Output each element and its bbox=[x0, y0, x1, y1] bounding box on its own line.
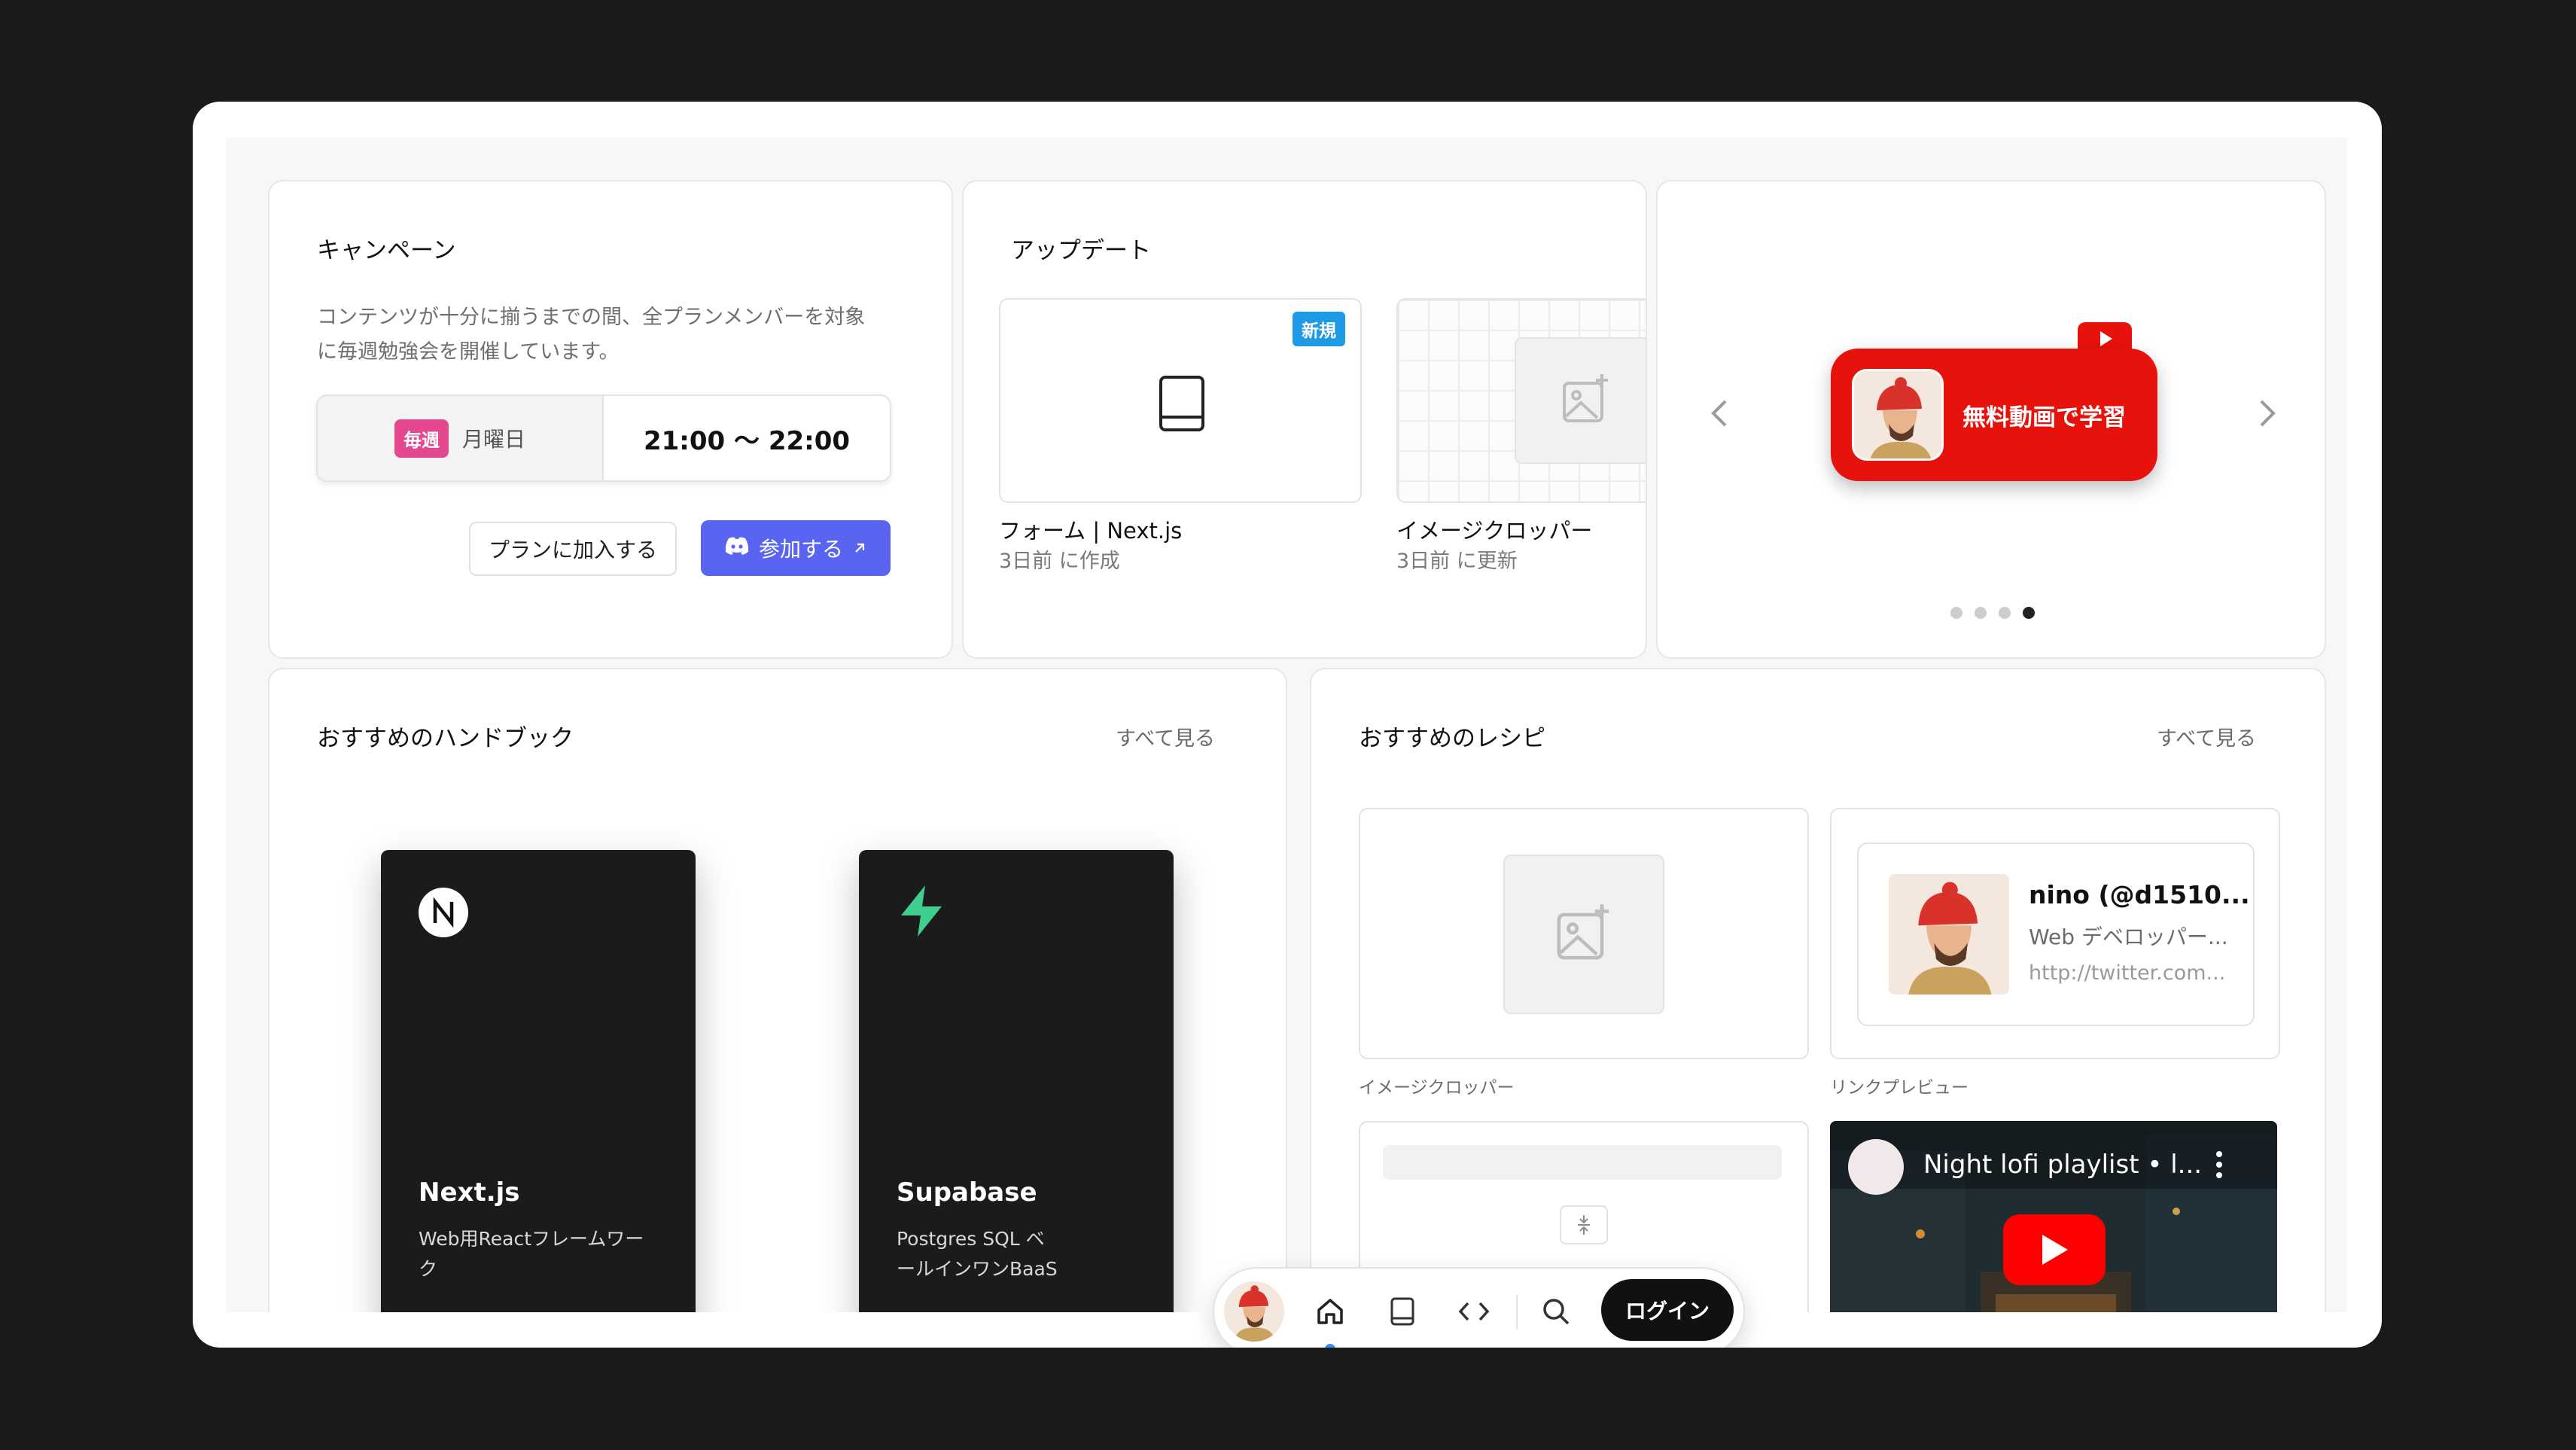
book-desc: Web用Reactフレームワー ク bbox=[419, 1224, 659, 1284]
campaign-title: キャンペーン bbox=[317, 237, 456, 264]
nextjs-logo-icon bbox=[419, 888, 468, 940]
campaign-card: キャンペーン コンテンツが十分に揃うまでの間、全プランメンバーを対象 に毎週勉強… bbox=[268, 180, 953, 659]
carousel-next-button[interactable] bbox=[2252, 392, 2282, 437]
campaign-description: コンテンツが十分に揃うまでの間、全プランメンバーを対象 に毎週勉強会を開催してい… bbox=[317, 300, 904, 370]
image-placeholder bbox=[1503, 854, 1664, 1014]
chevron-right-icon bbox=[2258, 398, 2276, 431]
book-nextjs[interactable]: Next.js Web用Reactフレームワー ク bbox=[381, 850, 696, 1312]
login-button[interactable]: ログイン bbox=[1601, 1279, 1734, 1341]
recipe-label: イメージクロッパー bbox=[1359, 1078, 1515, 1098]
update-item-cropper[interactable] bbox=[1396, 298, 1646, 503]
discord-join-label: 参加する bbox=[758, 537, 843, 562]
recipe-image-cropper[interactable] bbox=[1359, 808, 1809, 1059]
handbook-title: おすすめのハンドブック bbox=[317, 725, 574, 752]
image-placeholder bbox=[1515, 337, 1646, 464]
book-icon bbox=[1159, 375, 1205, 435]
free-video-banner[interactable]: 無料動画で学習 bbox=[1831, 349, 2157, 481]
carousel-dot[interactable] bbox=[1950, 607, 1962, 619]
carousel-dot[interactable] bbox=[1999, 607, 2011, 619]
join-plan-button[interactable]: プランに加入する bbox=[469, 522, 677, 576]
discord-icon bbox=[724, 536, 750, 561]
active-indicator bbox=[1325, 1344, 1335, 1348]
book-desc-line: ールインワンBaaS bbox=[897, 1258, 1058, 1280]
external-arrow-icon bbox=[852, 536, 867, 561]
carousel-prev-button[interactable] bbox=[1704, 392, 1734, 437]
carousel-dot[interactable] bbox=[1975, 607, 1987, 619]
link-card-desc: Web デベロッパー... bbox=[2029, 925, 2228, 949]
chevron-left-icon bbox=[1710, 398, 1728, 431]
book-icon[interactable] bbox=[1384, 1293, 1420, 1330]
skeleton-bar bbox=[1383, 1145, 1782, 1180]
more-vert-icon[interactable] bbox=[2215, 1150, 2223, 1183]
recipes-title: おすすめのレシピ bbox=[1359, 725, 1545, 752]
update-name: フォーム | Next.js bbox=[999, 518, 1183, 544]
book-desc-line: ク bbox=[419, 1258, 438, 1280]
weekly-badge: 毎週 bbox=[394, 419, 449, 458]
book-supabase[interactable]: Supabase Postgres SQL ベ ールインワンBaaS bbox=[859, 850, 1174, 1312]
search-icon[interactable] bbox=[1538, 1293, 1574, 1330]
floating-toolbar: ログイン bbox=[1213, 1267, 1745, 1348]
see-all-handbooks-link[interactable]: すべて見る bbox=[1116, 722, 1215, 751]
free-video-label: 無料動画で学習 bbox=[1962, 404, 2126, 431]
video-title: Night lofi playlist • l... bbox=[1923, 1150, 2203, 1180]
avatar bbox=[1889, 874, 2009, 995]
recipes-card: おすすめのレシピ すべて見る イメージクロッパー nino (@d1510...… bbox=[1310, 668, 2326, 1312]
update-name: イメージクロッパー bbox=[1396, 518, 1593, 544]
new-badge: 新規 bbox=[1293, 312, 1345, 346]
update-item-form[interactable]: 新規 bbox=[999, 298, 1362, 503]
code-icon[interactable] bbox=[1456, 1293, 1492, 1330]
campaign-description-line: コンテンツが十分に揃うまでの間、全プランメンバーを対象 bbox=[317, 306, 866, 329]
schedule-time: 21:00 〜 22:00 bbox=[643, 425, 851, 456]
carousel-dot-active[interactable] bbox=[2023, 607, 2035, 619]
updates-card: アップデート 新規 フォーム | Next.js 3日前 に作成 イメージクロッ… bbox=[962, 180, 1647, 659]
home-icon[interactable] bbox=[1312, 1293, 1348, 1330]
book-desc-line: Postgres SQL ベ bbox=[897, 1228, 1045, 1250]
supabase-bolt-icon bbox=[897, 884, 946, 941]
book-desc: Postgres SQL ベ ールインワンBaaS bbox=[897, 1224, 1137, 1284]
updates-title: アップデート bbox=[1011, 237, 1151, 264]
youtube-embed[interactable]: Night lofi playlist • l... bbox=[1830, 1121, 2277, 1312]
toolbar-divider bbox=[1516, 1295, 1518, 1330]
book-title: Next.js bbox=[419, 1177, 520, 1208]
carousel-dots bbox=[1950, 607, 2035, 619]
expand-icon[interactable] bbox=[1560, 1205, 1608, 1244]
recipe-label: リンクプレビュー bbox=[1830, 1078, 1969, 1098]
recipe-link-preview[interactable]: nino (@d1510... Web デベロッパー... http://twi… bbox=[1830, 808, 2280, 1059]
schedule-box: 毎週 月曜日 21:00 〜 22:00 bbox=[316, 394, 891, 482]
link-card-name: nino (@d1510... bbox=[2029, 880, 2250, 909]
user-avatar[interactable] bbox=[1224, 1281, 1284, 1342]
schedule-day-cell: 毎週 月曜日 bbox=[318, 396, 604, 480]
campaign-description-line: に毎週勉強会を開催しています。 bbox=[317, 340, 620, 364]
update-meta: 3日前 に作成 bbox=[999, 550, 1120, 573]
book-desc-line: Web用Reactフレームワー bbox=[419, 1228, 644, 1250]
schedule-day: 月曜日 bbox=[461, 427, 525, 452]
app-frame: キャンペーン コンテンツが十分に揃うまでの間、全プランメンバーを対象 に毎週勉強… bbox=[193, 102, 2382, 1348]
image-add-icon bbox=[1554, 903, 1614, 966]
dashboard: キャンペーン コンテンツが十分に揃うまでの間、全プランメンバーを対象 に毎週勉強… bbox=[226, 138, 2347, 1312]
discord-join-button[interactable]: 参加する bbox=[701, 520, 891, 576]
handbook-card: おすすめのハンドブック すべて見る Next.js Web用Reactフレームワ… bbox=[268, 668, 1287, 1312]
link-card-url: http://twitter.com... bbox=[2029, 961, 2226, 985]
link-preview-card: nino (@d1510... Web デベロッパー... http://twi… bbox=[1857, 842, 2255, 1026]
book-title: Supabase bbox=[897, 1177, 1037, 1208]
channel-avatar bbox=[1848, 1139, 1904, 1195]
promo-carousel: 無料動画で学習 bbox=[1656, 180, 2326, 659]
youtube-play-button[interactable] bbox=[2003, 1214, 2106, 1285]
avatar bbox=[1852, 369, 1944, 461]
update-meta: 3日前 に更新 bbox=[1396, 550, 1518, 573]
image-add-icon bbox=[1560, 373, 1612, 428]
see-all-recipes-link[interactable]: すべて見る bbox=[2157, 722, 2256, 751]
